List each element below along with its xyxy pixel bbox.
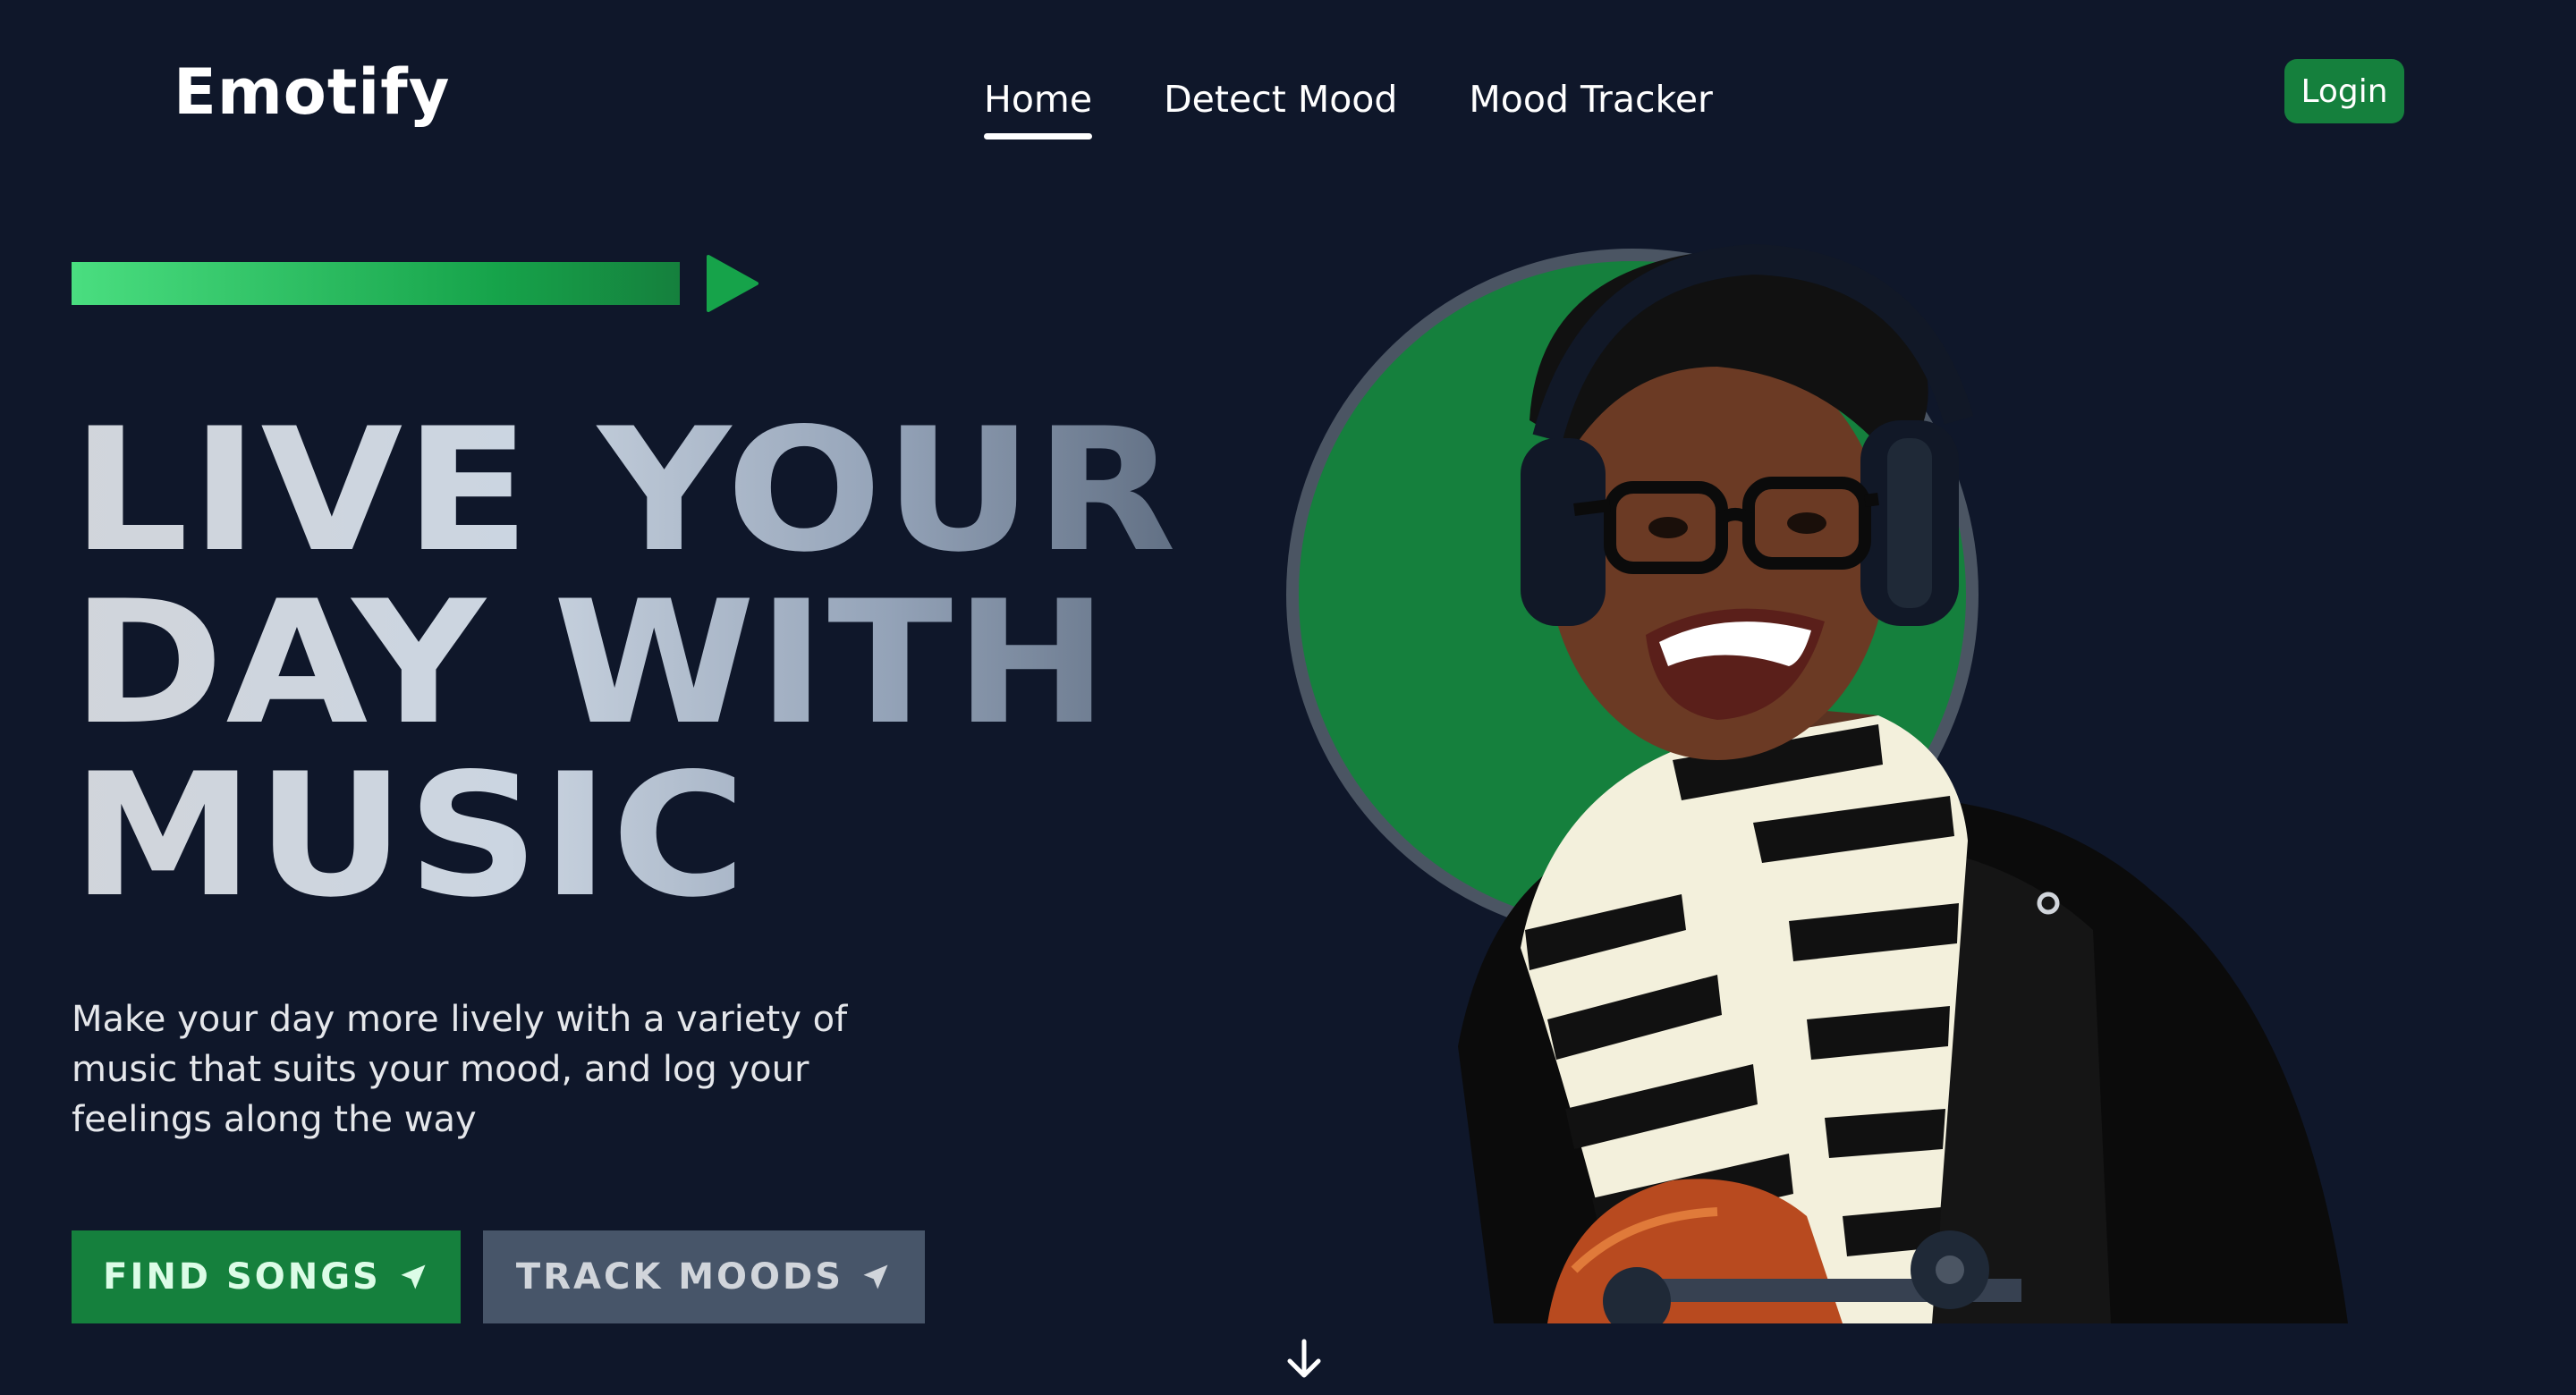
track-moods-button[interactable]: TRACK MOODS	[483, 1230, 925, 1323]
nav-home[interactable]: Home	[984, 70, 1093, 140]
login-button[interactable]: Login	[2284, 59, 2404, 123]
main-nav: Home Detect Mood Mood Tracker	[984, 70, 1713, 140]
find-songs-label: FIND SONGS	[103, 1256, 381, 1298]
play-icon	[707, 255, 758, 312]
brand-logo[interactable]: Emotify	[174, 52, 450, 132]
hero-title-line: LIVE YOUR	[72, 404, 1327, 577]
send-arrow-icon	[401, 1264, 426, 1289]
track-moods-label: TRACK MOODS	[515, 1256, 844, 1298]
nav-detect-mood[interactable]: Detect Mood	[1164, 70, 1397, 138]
find-songs-button[interactable]: FIND SONGS	[72, 1230, 461, 1323]
send-arrow-icon	[863, 1264, 888, 1289]
hero-title-line: MUSIC	[72, 749, 1327, 922]
hero-image	[1286, 243, 2348, 1323]
hero-title-line: DAY WITH	[72, 577, 1327, 749]
nav-mood-tracker[interactable]: Mood Tracker	[1469, 70, 1713, 138]
hero-title: LIVE YOUR DAY WITH MUSIC	[72, 404, 1327, 922]
hero-subtitle: Make your day more lively with a variety…	[72, 999, 848, 1140]
arrow-down-icon[interactable]	[1281, 1336, 1327, 1382]
progress-accent-bar	[72, 262, 680, 305]
